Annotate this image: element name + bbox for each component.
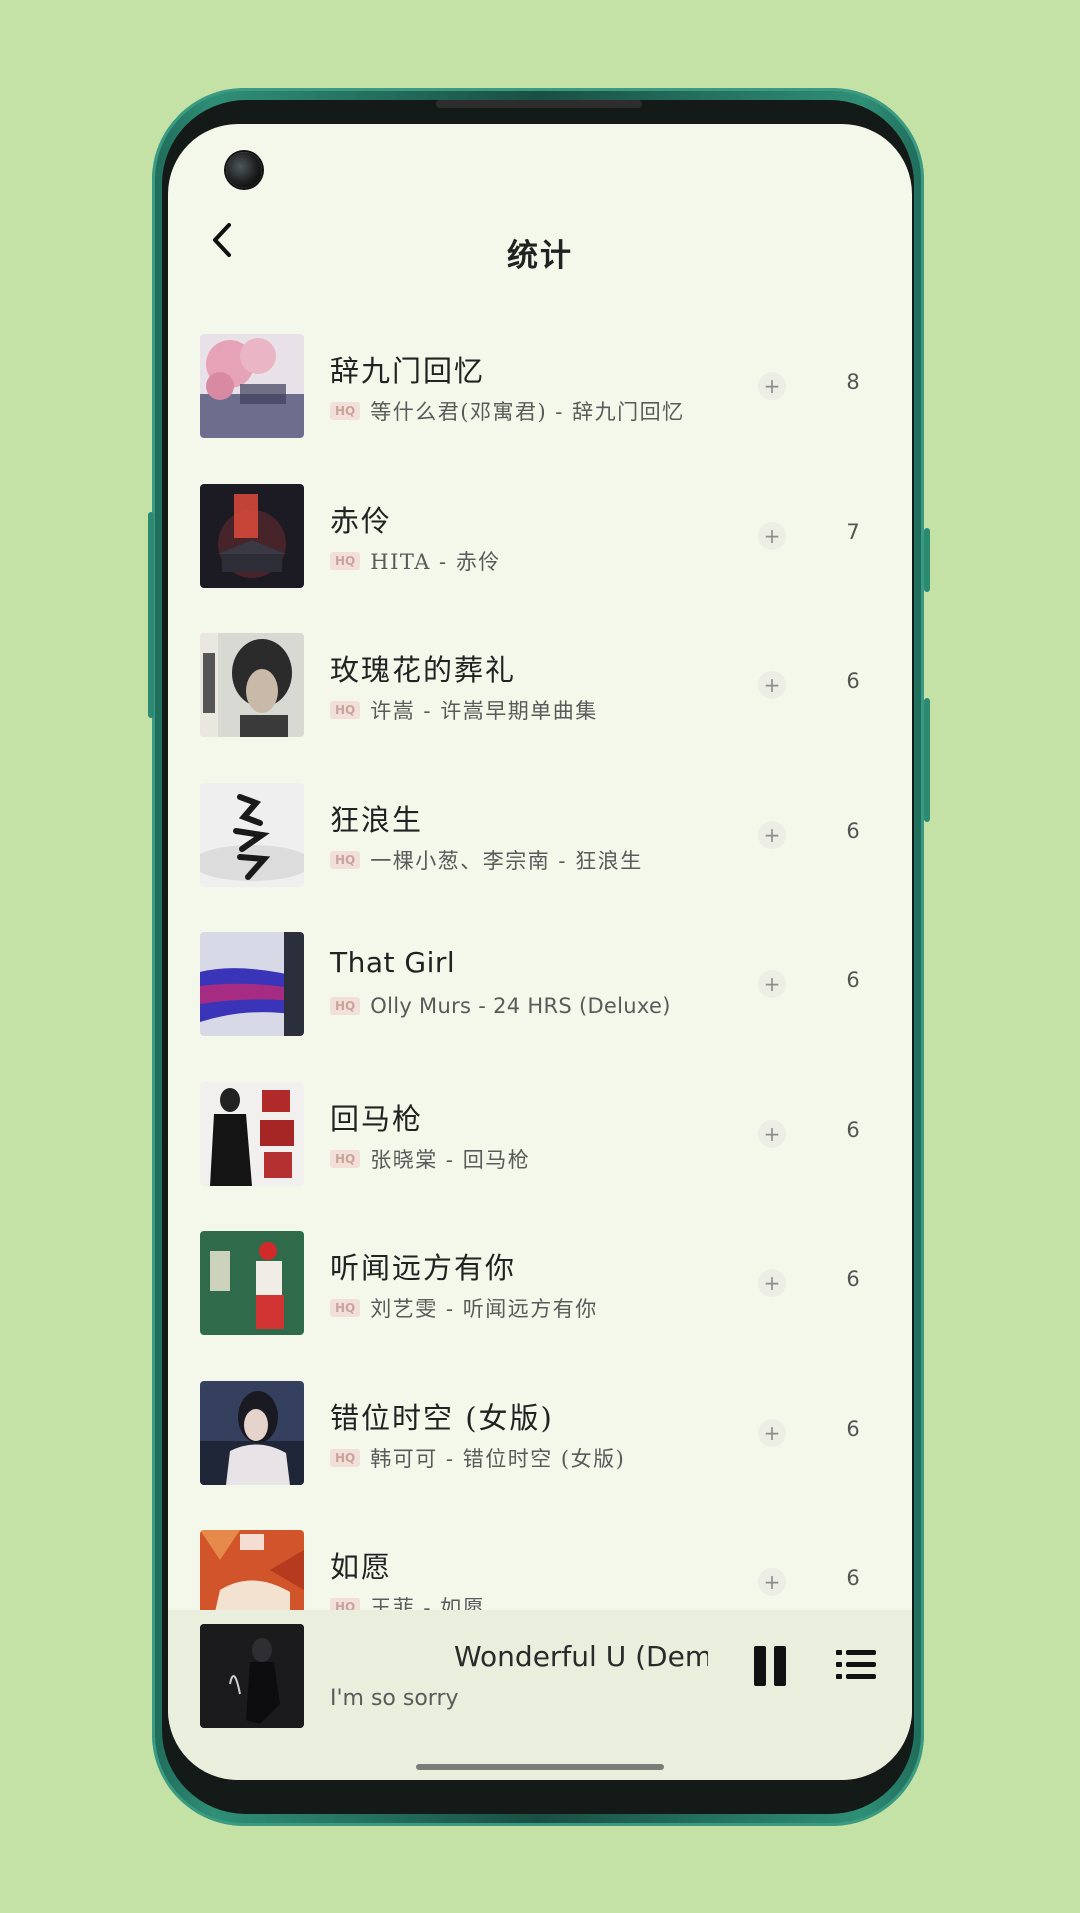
- now-playing-title: Wonderful U (Dem: [454, 1640, 708, 1673]
- play-count: 7: [846, 519, 860, 544]
- hq-badge: HQ: [330, 701, 361, 719]
- page-title: 统计: [507, 238, 573, 274]
- album-cover: [200, 1231, 304, 1335]
- song-title: 错位时空 (女版): [330, 1400, 554, 1435]
- song-row[interactable]: 辞九门回忆 HQ 等什么君(邓寓君) - 辞九门回忆 + 8: [168, 334, 912, 484]
- add-button[interactable]: +: [758, 1418, 786, 1447]
- play-count: 6: [846, 968, 860, 992]
- song-title: 回马枪: [330, 1101, 424, 1136]
- song-subtitle: 韩可可 - 错位时空 (女版): [370, 1446, 626, 1471]
- song-list[interactable]: 辞九门回忆 HQ 等什么君(邓寓君) - 辞九门回忆 + 8 赤伶 HQ HIT…: [168, 334, 912, 1680]
- app-screen: 统计 辞九门回忆 HQ 等什么君(邓寓君) - 辞九门回忆 + 8 赤伶 HQ …: [168, 124, 912, 1780]
- add-button[interactable]: +: [758, 1568, 786, 1596]
- song-title: That Girl: [330, 946, 456, 979]
- playlist-button[interactable]: [836, 1648, 876, 1682]
- pause-icon: [754, 1646, 766, 1686]
- plus-icon: +: [763, 1271, 781, 1295]
- volume-button: [148, 512, 154, 718]
- plus-icon: +: [763, 1121, 781, 1146]
- plus-icon: +: [763, 822, 781, 847]
- song-subtitle: HITA - 赤伶: [370, 549, 501, 574]
- pause-button[interactable]: [754, 1646, 788, 1686]
- add-button[interactable]: +: [758, 372, 786, 400]
- song-meta: HQ Olly Murs - 24 HRS (Deluxe): [330, 994, 671, 1018]
- song-title: 如愿: [330, 1550, 393, 1584]
- album-cover: [200, 633, 304, 737]
- song-title: 辞九门回忆: [330, 354, 486, 388]
- plus-icon: +: [763, 972, 781, 996]
- song-row[interactable]: 玫瑰花的葬礼 HQ 许嵩 - 许嵩早期单曲集 + 6: [168, 633, 912, 783]
- song-row[interactable]: 赤伶 HQ HITA - 赤伶 + 7: [168, 483, 912, 634]
- play-count: 6: [846, 669, 860, 693]
- song-meta: HQ 张晓棠 - 回马枪: [330, 1144, 530, 1174]
- add-button[interactable]: +: [758, 1119, 786, 1148]
- play-count: 6: [846, 1566, 860, 1590]
- album-cover: [200, 1081, 304, 1186]
- song-subtitle: 等什么君(邓寓君) - 辞九门回忆: [370, 400, 685, 424]
- plus-icon: +: [763, 673, 781, 697]
- hq-badge: HQ: [330, 551, 361, 570]
- album-cover: [200, 932, 304, 1036]
- power-button: [924, 528, 930, 592]
- playlist-icon: [836, 1650, 876, 1679]
- plus-icon: +: [763, 374, 781, 398]
- song-meta: HQ HITA - 赤伶: [330, 546, 501, 576]
- song-subtitle: 许嵩 - 许嵩早期单曲集: [370, 699, 598, 723]
- song-subtitle: Olly Murs - 24 HRS (Deluxe): [370, 994, 671, 1018]
- hq-badge: HQ: [330, 1448, 361, 1467]
- now-playing-lyric: I'm so sorry: [330, 1686, 459, 1711]
- song-title: 听闻远方有你: [330, 1251, 517, 1285]
- add-button[interactable]: +: [758, 521, 786, 550]
- mini-player[interactable]: Wonderful U (Dem I'm so sorry: [168, 1610, 912, 1780]
- hq-badge: HQ: [330, 997, 361, 1015]
- song-row[interactable]: 错位时空 (女版) HQ 韩可可 - 错位时空 (女版) + 6: [168, 1380, 912, 1531]
- play-count: 6: [846, 1267, 860, 1291]
- front-camera: [226, 152, 262, 188]
- hq-badge: HQ: [330, 850, 361, 869]
- song-subtitle: 张晓棠 - 回马枪: [370, 1147, 531, 1172]
- song-meta: HQ 刘艺雯 - 听闻远方有你: [330, 1293, 598, 1323]
- add-button[interactable]: +: [758, 970, 786, 998]
- hq-badge: HQ: [330, 402, 361, 420]
- song-row[interactable]: 狂浪生 HQ 一棵小葱、李宗南 - 狂浪生 + 6: [168, 782, 912, 933]
- song-row[interactable]: 回马枪 HQ 张晓棠 - 回马枪 + 6: [168, 1081, 912, 1232]
- play-count: 6: [846, 818, 860, 843]
- album-cover: [200, 782, 304, 887]
- song-title: 玫瑰花的葬礼: [330, 653, 517, 687]
- play-count: 6: [846, 1416, 860, 1441]
- song-meta: HQ 一棵小葱、李宗南 - 狂浪生: [330, 845, 643, 875]
- plus-icon: +: [763, 523, 781, 548]
- album-cover: [200, 1380, 304, 1485]
- add-button[interactable]: +: [758, 1269, 786, 1297]
- song-title: 赤伶: [330, 503, 393, 538]
- song-row[interactable]: 听闻远方有你 HQ 刘艺雯 - 听闻远方有你 + 6: [168, 1231, 912, 1381]
- album-cover: [200, 334, 304, 438]
- song-meta: HQ 许嵩 - 许嵩早期单曲集: [330, 695, 598, 725]
- song-row[interactable]: That Girl HQ Olly Murs - 24 HRS (Deluxe)…: [168, 932, 912, 1082]
- side-button: [924, 698, 930, 822]
- song-subtitle: 一棵小葱、李宗南 - 狂浪生: [370, 848, 643, 873]
- plus-icon: +: [763, 1570, 781, 1594]
- song-meta: HQ 韩可可 - 错位时空 (女版): [330, 1443, 625, 1473]
- add-button[interactable]: +: [758, 671, 786, 699]
- now-playing-cover[interactable]: [200, 1624, 304, 1728]
- song-title: 狂浪生: [330, 802, 424, 837]
- album-cover: [200, 483, 304, 588]
- play-count: 6: [846, 1117, 860, 1142]
- song-meta: HQ 等什么君(邓寓君) - 辞九门回忆: [330, 396, 685, 426]
- pause-icon-bar: [774, 1646, 786, 1686]
- play-count: 8: [846, 370, 860, 394]
- song-subtitle: 刘艺雯 - 听闻远方有你: [370, 1297, 598, 1321]
- hq-badge: HQ: [330, 1149, 361, 1168]
- hq-badge: HQ: [330, 1299, 361, 1317]
- add-button[interactable]: +: [758, 820, 786, 849]
- home-indicator[interactable]: [416, 1764, 664, 1770]
- earpiece-speaker: [436, 100, 642, 108]
- plus-icon: +: [763, 1420, 781, 1445]
